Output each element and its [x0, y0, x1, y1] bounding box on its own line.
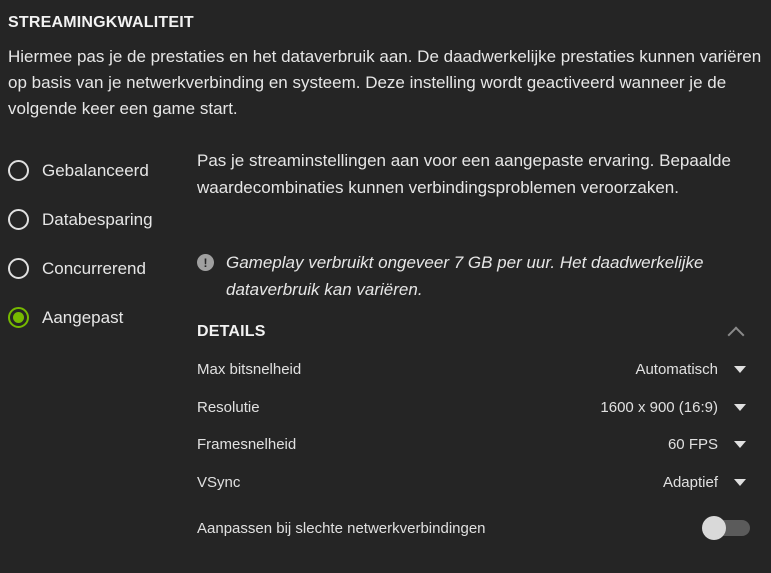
setting-row-framerate: Framesnelheid 60 FPS — [197, 432, 748, 456]
setting-label: Max bitsnelheid — [197, 360, 302, 378]
radio-label: Databesparing — [42, 209, 153, 229]
toggle-knob — [702, 516, 726, 540]
data-usage-text: Gameplay verbruikt ongeveer 7 GB per uur… — [226, 253, 704, 299]
caret-down-icon — [734, 478, 746, 486]
radio-option-databesparing[interactable]: Databesparing — [8, 195, 153, 244]
radio-button[interactable] — [8, 160, 29, 181]
setting-row-vsync: VSync Adaptief — [197, 470, 748, 494]
radio-option-aangepast[interactable]: Aangepast — [8, 293, 153, 342]
caret-down-icon — [734, 403, 746, 411]
setting-row-network-adjust: Aanpassen bij slechte netwerkverbindinge… — [197, 516, 750, 540]
framerate-dropdown[interactable]: 60 FPS — [668, 436, 748, 453]
vsync-dropdown[interactable]: Adaptief — [663, 474, 748, 491]
resolution-dropdown[interactable]: 1600 x 900 (16:9) — [600, 399, 748, 416]
radio-button-selected[interactable] — [8, 307, 29, 328]
radio-selected-dot — [13, 312, 24, 323]
radio-option-concurrerend[interactable]: Concurrerend — [8, 244, 153, 293]
details-title: DETAILS — [197, 323, 266, 340]
caret-down-icon — [734, 440, 746, 448]
radio-label: Aangepast — [42, 307, 124, 327]
setting-label: Aanpassen bij slechte netwerkverbindinge… — [197, 519, 486, 537]
dropdown-value: Adaptief — [662, 473, 718, 491]
setting-label: Framesnelheid — [197, 435, 297, 453]
dropdown-value: Automatisch — [635, 360, 718, 378]
dropdown-value: 1600 x 900 (16:9) — [600, 398, 718, 416]
details-header[interactable]: DETAILS — [197, 320, 752, 344]
setting-label: VSync — [197, 473, 241, 491]
radio-option-gebalanceerd[interactable]: Gebalanceerd — [8, 146, 153, 195]
info-icon: ! — [197, 254, 214, 271]
network-adjust-toggle[interactable] — [702, 516, 750, 540]
setting-row-max-bitrate: Max bitsnelheid Automatisch — [197, 357, 748, 381]
chevron-up-icon[interactable] — [727, 326, 745, 344]
radio-label: Concurrerend — [42, 258, 146, 278]
setting-row-resolution: Resolutie 1600 x 900 (16:9) — [197, 395, 748, 419]
max-bitrate-dropdown[interactable]: Automatisch — [635, 361, 748, 378]
radio-button[interactable] — [8, 209, 29, 230]
section-description: Hiermee pas je de prestaties en het data… — [8, 47, 762, 118]
setting-label: Resolutie — [197, 398, 260, 416]
quality-radio-group: Gebalanceerd Databesparing Concurrerend … — [8, 146, 153, 342]
section-title: STREAMINGKWALITEIT — [8, 14, 194, 31]
radio-button[interactable] — [8, 258, 29, 279]
dropdown-value: 60 FPS — [667, 435, 718, 453]
data-usage-note: ! Gameplay verbruikt ongeveer 7 GB per u… — [197, 249, 757, 303]
custom-description: Pas je streaminstellingen aan voor een a… — [197, 151, 731, 197]
radio-label: Gebalanceerd — [42, 160, 149, 180]
caret-down-icon — [734, 365, 746, 373]
